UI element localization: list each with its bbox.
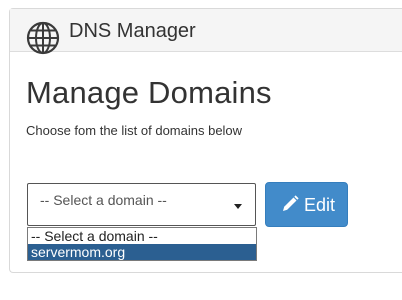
domain-dropdown-list: -- Select a domain -- servermom.org	[27, 227, 257, 261]
page-subtitle: Choose fom the list of domains below	[26, 123, 243, 138]
edit-button[interactable]: Edit	[265, 182, 348, 227]
domain-select-value: -- Select a domain --	[40, 192, 167, 208]
dropdown-option-placeholder[interactable]: -- Select a domain --	[28, 228, 256, 244]
panel-heading: DNS Manager	[10, 9, 402, 55]
dropdown-option-servermom[interactable]: servermom.org	[28, 244, 256, 260]
edit-button-label: Edit	[304, 195, 336, 215]
domain-select[interactable]: -- Select a domain --	[27, 183, 256, 226]
chevron-down-icon	[234, 204, 242, 209]
globe-icon	[26, 21, 60, 55]
pencil-icon	[283, 195, 299, 211]
dns-manager-panel: DNS Manager Manage Domains Choose fom th…	[9, 8, 402, 273]
page-title: Manage Domains	[26, 75, 272, 110]
panel-title: DNS Manager	[69, 20, 196, 42]
